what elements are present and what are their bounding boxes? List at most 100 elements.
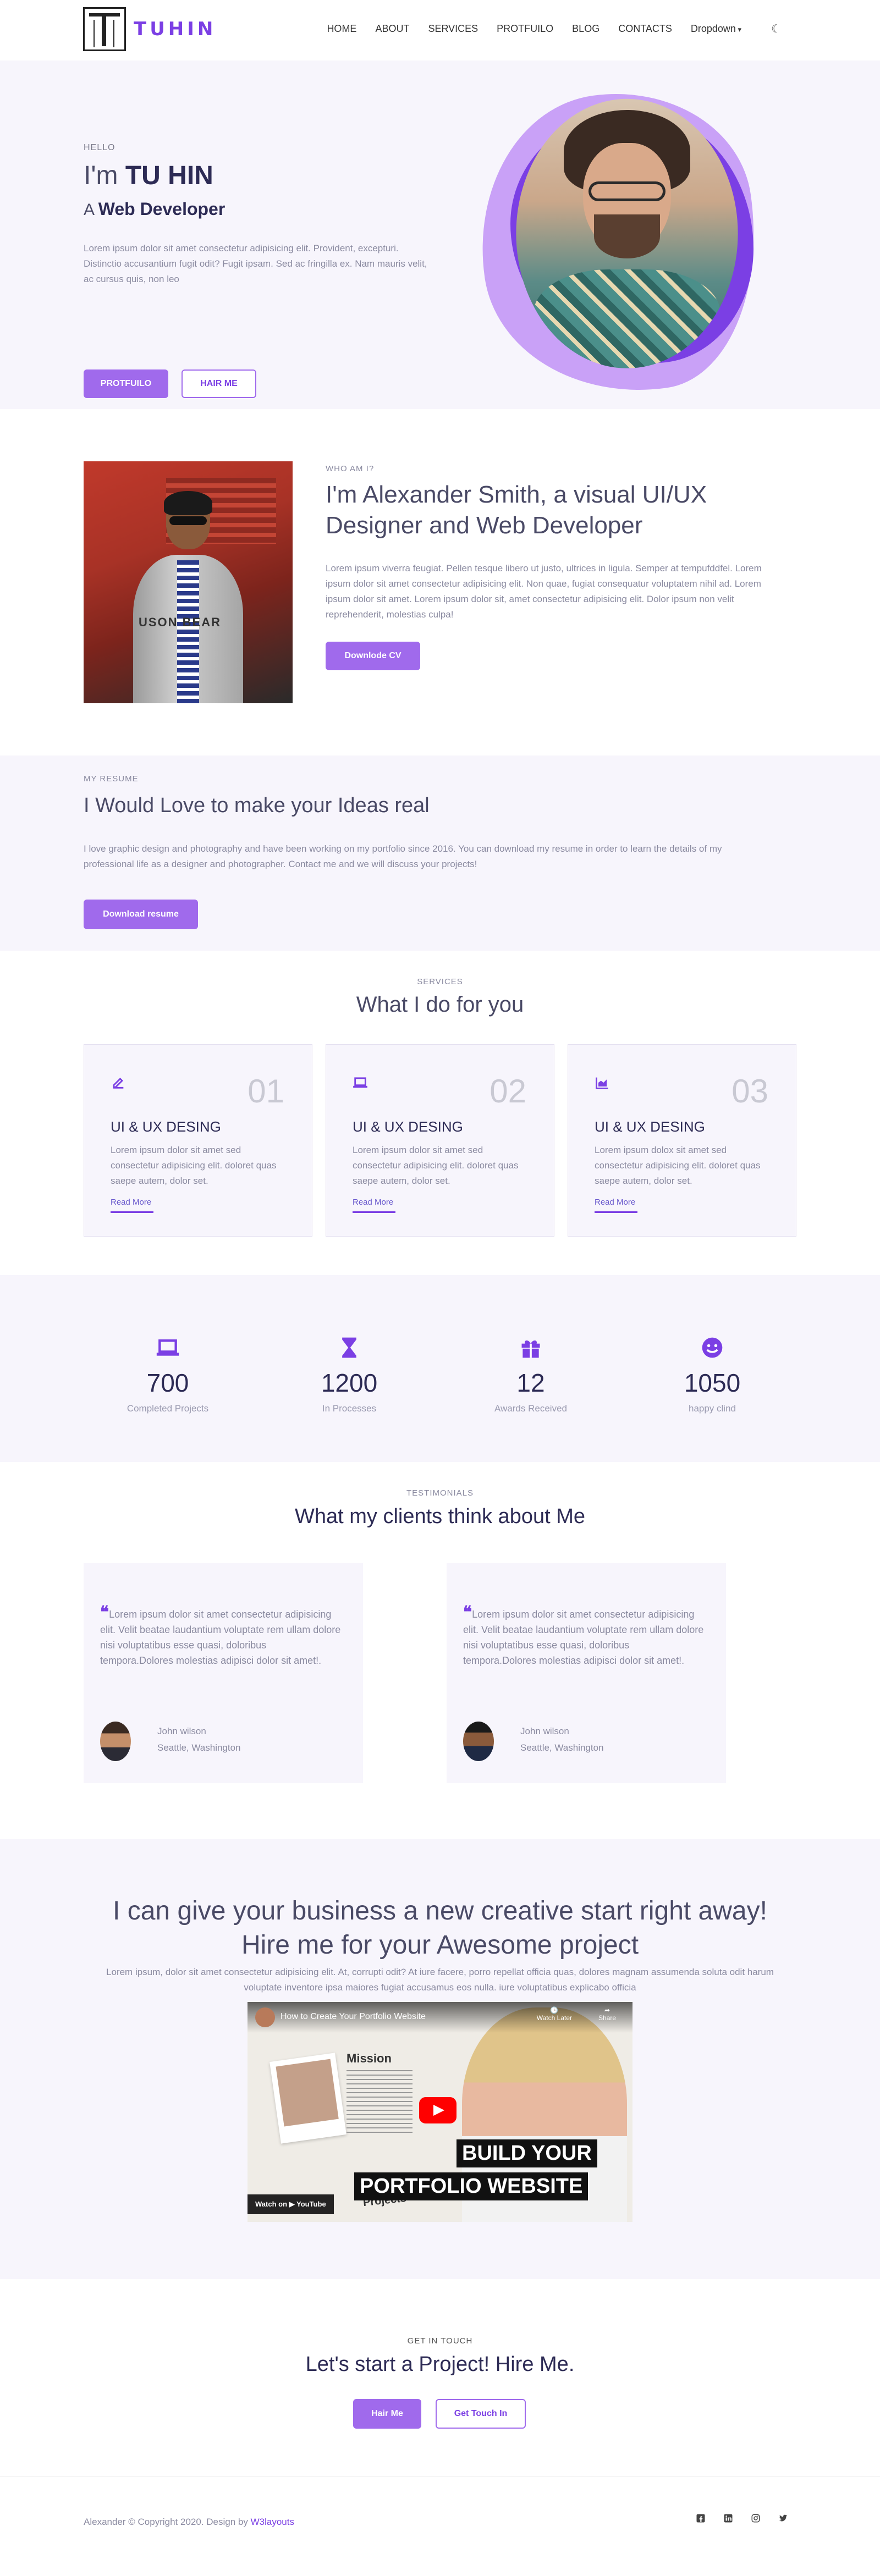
stat-value: 1200 <box>321 1369 378 1397</box>
read-more-link[interactable]: Read More <box>595 1198 637 1213</box>
nav-dropdown[interactable]: Dropdown <box>691 23 741 35</box>
channel-avatar[interactable] <box>255 2007 275 2027</box>
service-title: UI & UX DESING <box>353 1118 463 1135</box>
social-links <box>695 2513 789 2524</box>
testimonial-text: Lorem ipsum dolor sit amet consectetur a… <box>463 1609 704 1666</box>
service-number: 03 <box>732 1073 768 1110</box>
share-button[interactable]: ➦ Share <box>598 2006 616 2022</box>
gift-icon <box>521 1340 540 1358</box>
hero-name: TU HIN <box>125 161 213 190</box>
nav-portfolio[interactable]: PROTFUILO <box>497 23 553 35</box>
quote-icon: ❝ <box>463 1603 472 1622</box>
client-location: Seattle, Washington <box>157 1742 241 1753</box>
testimonial-quote: ❝Lorem ipsum dolor sit amet consectetur … <box>463 1603 705 1668</box>
about-title: I'm Alexander Smith, a visual UI/UX Desi… <box>326 481 707 539</box>
watch-later-label: Watch Later <box>536 2014 572 2022</box>
testimonials-section: TESTIMONIALS What my clients think about… <box>0 1462 880 1839</box>
main-nav: HOME ABOUT SERVICES PROTFUILO BLOG CONTA… <box>327 22 781 36</box>
resume-section: MY RESUME I Would Love to make your Idea… <box>0 755 880 951</box>
logo[interactable]: TUHIN <box>83 7 216 51</box>
about-photo: USON BEAR <box>84 461 293 703</box>
copyright: Alexander © Copyright 2020. Design by W3… <box>84 2517 294 2528</box>
about-text: Lorem ipsum viverra feugiat. Pellen tesq… <box>326 563 762 620</box>
download-resume-button[interactable]: Download resume <box>84 900 198 929</box>
stat-value: 700 <box>146 1369 189 1397</box>
services-label: SERVICES <box>417 977 463 986</box>
nav-home[interactable]: HOME <box>327 23 356 35</box>
hero-text: Lorem ipsum dolor sit amet consectetur a… <box>84 243 427 284</box>
service-title: UI & UX DESING <box>595 1118 705 1135</box>
smile-icon <box>702 1337 723 1358</box>
client-location: Seattle, Washington <box>520 1742 604 1753</box>
instagram-icon[interactable] <box>750 2513 761 2524</box>
testimonials-title: What my clients think about Me <box>295 1505 585 1528</box>
testimonial-text: Lorem ipsum dolor sit amet consectetur a… <box>100 1609 341 1666</box>
video-title[interactable]: How to Create Your Portfolio Website <box>280 2012 426 2022</box>
edit-icon <box>113 1078 124 1089</box>
hire-me-button-2[interactable]: Hair Me <box>353 2399 421 2429</box>
hero-im: I'm <box>84 161 118 190</box>
laptop-icon <box>353 1077 367 1088</box>
stat-value: 12 <box>516 1369 545 1397</box>
copyright-text: Alexander © Copyright 2020. Design by <box>84 2517 251 2527</box>
watch-later-button[interactable]: 🕒 Watch Later <box>537 2006 572 2022</box>
testimonial-card: ❝Lorem ipsum dolor sit amet consectetur … <box>447 1563 726 1783</box>
share-label: Share <box>598 2014 616 2022</box>
hire-text: Lorem ipsum, dolor sit amet consectetur … <box>106 1967 774 1993</box>
service-card: 01 UI & UX DESING Lorem ipsum dolor sit … <box>84 1044 312 1237</box>
stat-item: 12 Awards Received <box>470 1336 591 1414</box>
nav-about[interactable]: ABOUT <box>375 23 409 35</box>
service-number: 01 <box>248 1073 284 1110</box>
testimonials-label: TESTIMONIALS <box>406 1488 474 1498</box>
avatar <box>100 1722 131 1761</box>
service-card: 03 UI & UX DESING Lorem ipsum dolox sit … <box>568 1044 796 1237</box>
about-label: WHO AM I? <box>326 464 375 473</box>
get-in-touch-button[interactable]: Get Touch In <box>436 2399 526 2429</box>
nav-blog[interactable]: BLOG <box>572 23 600 35</box>
moon-icon[interactable]: ☾ <box>771 22 781 36</box>
download-cv-button[interactable]: Downlode CV <box>326 642 420 670</box>
contact-section: GET IN TOUCH Let's start a Project! Hire… <box>0 2279 880 2477</box>
site-header: TUHIN HOME ABOUT SERVICES PROTFUILO BLOG… <box>0 0 880 60</box>
hire-me-button[interactable]: HAIR ME <box>182 369 256 398</box>
read-more-link[interactable]: Read More <box>353 1198 395 1213</box>
play-button[interactable] <box>419 2097 457 2123</box>
nav-contacts[interactable]: CONTACTS <box>618 23 672 35</box>
services-title: What I do for you <box>356 992 524 1017</box>
video-embed[interactable]: Mission Projects How to Create Your Port… <box>248 2002 632 2222</box>
resume-text: I love graphic design and photography an… <box>84 843 722 869</box>
quote-icon: ❝ <box>100 1603 109 1622</box>
video-mission-text: Mission <box>346 2051 392 2065</box>
linkedin-icon[interactable] <box>723 2513 734 2524</box>
contact-label: GET IN TOUCH <box>407 2336 473 2346</box>
hero-role: A Web Developer <box>84 199 225 219</box>
laptop-icon <box>156 1339 179 1356</box>
service-text: Lorem ipsum dolox sit amet sed consectet… <box>595 1145 761 1186</box>
video-thumbnail-left: Mission Projects <box>270 2046 413 2209</box>
nav-services[interactable]: SERVICES <box>428 23 478 35</box>
designer-link[interactable]: W3layouts <box>251 2517 294 2527</box>
stat-label: happy clind <box>688 1403 736 1414</box>
stat-label: Awards Received <box>494 1403 567 1414</box>
read-more-link[interactable]: Read More <box>111 1198 153 1213</box>
facebook-icon[interactable] <box>695 2513 706 2524</box>
hero-heading: I'm TU HIN <box>84 161 213 191</box>
testimonial-card: ❝Lorem ipsum dolor sit amet consectetur … <box>84 1563 363 1783</box>
hire-title: I can give your business a new creative … <box>113 1896 767 1960</box>
portfolio-button[interactable]: PROTFUILO <box>84 369 168 398</box>
stat-label: In Processes <box>322 1403 377 1414</box>
services-section: SERVICES What I do for you 01 UI & UX DE… <box>0 951 880 1275</box>
hero-hello: HELLO <box>84 143 116 152</box>
service-title: UI & UX DESING <box>111 1118 221 1135</box>
share-icon: ➦ <box>604 2006 610 2014</box>
hero-section: HELLO I'm TU HIN A Web Developer Lorem i… <box>0 60 880 411</box>
testimonial-quote: ❝Lorem ipsum dolor sit amet consectetur … <box>100 1603 342 1668</box>
stat-item: 1050 happy clind <box>652 1336 773 1414</box>
watch-on-youtube[interactable]: Watch on ▶ YouTube <box>248 2194 334 2214</box>
about-section: USON BEAR WHO AM I? I'm Alexander Smith,… <box>0 409 880 755</box>
twitter-icon[interactable] <box>778 2513 789 2524</box>
video-caption-1: BUILD YOUR <box>457 2139 597 2167</box>
client-name: John wilson <box>520 1726 569 1736</box>
hire-section: I can give your business a new creative … <box>0 1839 880 2279</box>
client-name: John wilson <box>157 1726 206 1736</box>
